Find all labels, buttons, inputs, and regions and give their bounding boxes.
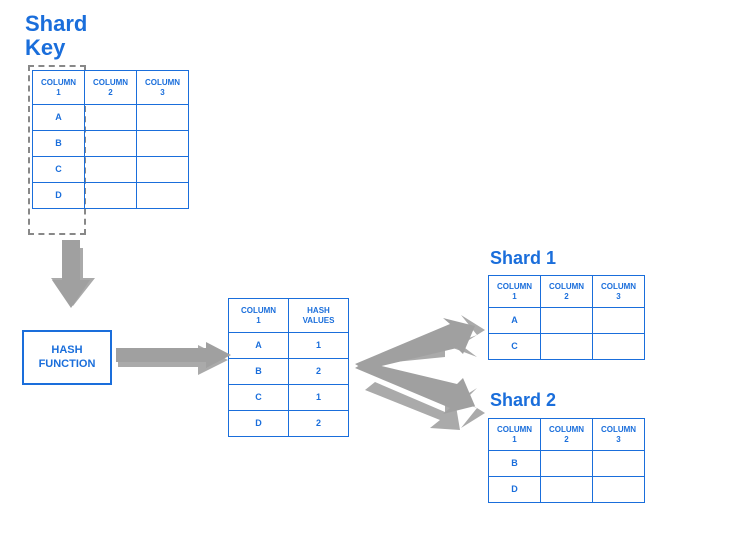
cell-a-1: A	[33, 105, 85, 131]
cell-c-3	[137, 157, 189, 183]
hash-b-val: 2	[289, 359, 349, 385]
shard1-table: COLUMN1 COLUMN2 COLUMN3 A C	[488, 275, 645, 360]
hash-c-col: C	[229, 385, 289, 411]
shard1-c-3	[593, 334, 645, 360]
shard2-table: COLUMN1 COLUMN2 COLUMN3 B D	[488, 418, 645, 503]
shard2-d-1: D	[489, 477, 541, 503]
table-row: A 1	[229, 333, 349, 359]
right-arrow-hash-svg	[116, 342, 231, 368]
source-col3-header: COLUMN3	[137, 71, 189, 105]
shard1-col2-header: COLUMN2	[541, 276, 593, 308]
cell-c-1: C	[33, 157, 85, 183]
shard2-d-3	[593, 477, 645, 503]
cell-c-2	[85, 157, 137, 183]
shard-key-label: ShardKey	[25, 12, 87, 60]
table-row: D 2	[229, 411, 349, 437]
shard1-label: Shard 1	[490, 248, 556, 269]
lower-right-arrow-svg	[355, 358, 485, 424]
hash-d-col: D	[229, 411, 289, 437]
shard2-label: Shard 2	[490, 390, 556, 411]
shard1-a-2	[541, 308, 593, 334]
table-row: D	[489, 477, 645, 503]
hash-a-col: A	[229, 333, 289, 359]
shard1-c-2	[541, 334, 593, 360]
shard2-col1-header: COLUMN1	[489, 419, 541, 451]
shard2-b-2	[541, 451, 593, 477]
hash-d-val: 2	[289, 411, 349, 437]
down-arrow-svg	[52, 240, 96, 310]
table-row: B 2	[229, 359, 349, 385]
cell-a-2	[85, 105, 137, 131]
shard2-b-3	[593, 451, 645, 477]
cell-d-1: D	[33, 183, 85, 209]
table-row: C	[33, 157, 189, 183]
hash-function-box: HASHFUNCTION	[22, 330, 112, 385]
hash-table: COLUMN1 HASHVALUES A 1 B 2 C 1 D 2	[228, 298, 349, 437]
shard2-d-2	[541, 477, 593, 503]
hash-function-label: HASHFUNCTION	[39, 344, 96, 370]
shard1-a-1: A	[489, 308, 541, 334]
hash-col1-header: COLUMN1	[229, 299, 289, 333]
hash-c-val: 1	[289, 385, 349, 411]
shard2-b-1: B	[489, 451, 541, 477]
hash-col2-header: HASHVALUES	[289, 299, 349, 333]
cell-d-2	[85, 183, 137, 209]
source-col1-header: COLUMN1	[33, 71, 85, 105]
cell-b-1: B	[33, 131, 85, 157]
table-row: A	[33, 105, 189, 131]
table-row: B	[33, 131, 189, 157]
source-table: COLUMN1 COLUMN2 COLUMN3 A B C D	[32, 70, 189, 209]
shard1-c-1: C	[489, 334, 541, 360]
cell-b-2	[85, 131, 137, 157]
cell-d-3	[137, 183, 189, 209]
table-row: D	[33, 183, 189, 209]
shard1-col1-header: COLUMN1	[489, 276, 541, 308]
hash-b-col: B	[229, 359, 289, 385]
shard1-col3-header: COLUMN3	[593, 276, 645, 308]
table-row: B	[489, 451, 645, 477]
diagram: ShardKey COLUMN1 COLUMN2 COLUMN3 A B C	[0, 0, 750, 544]
shard2-col3-header: COLUMN3	[593, 419, 645, 451]
table-row: A	[489, 308, 645, 334]
shard1-a-3	[593, 308, 645, 334]
cell-b-3	[137, 131, 189, 157]
cell-a-3	[137, 105, 189, 131]
table-row: C 1	[229, 385, 349, 411]
shard2-col2-header: COLUMN2	[541, 419, 593, 451]
source-col2-header: COLUMN2	[85, 71, 137, 105]
hash-a-val: 1	[289, 333, 349, 359]
table-row: C	[489, 334, 645, 360]
